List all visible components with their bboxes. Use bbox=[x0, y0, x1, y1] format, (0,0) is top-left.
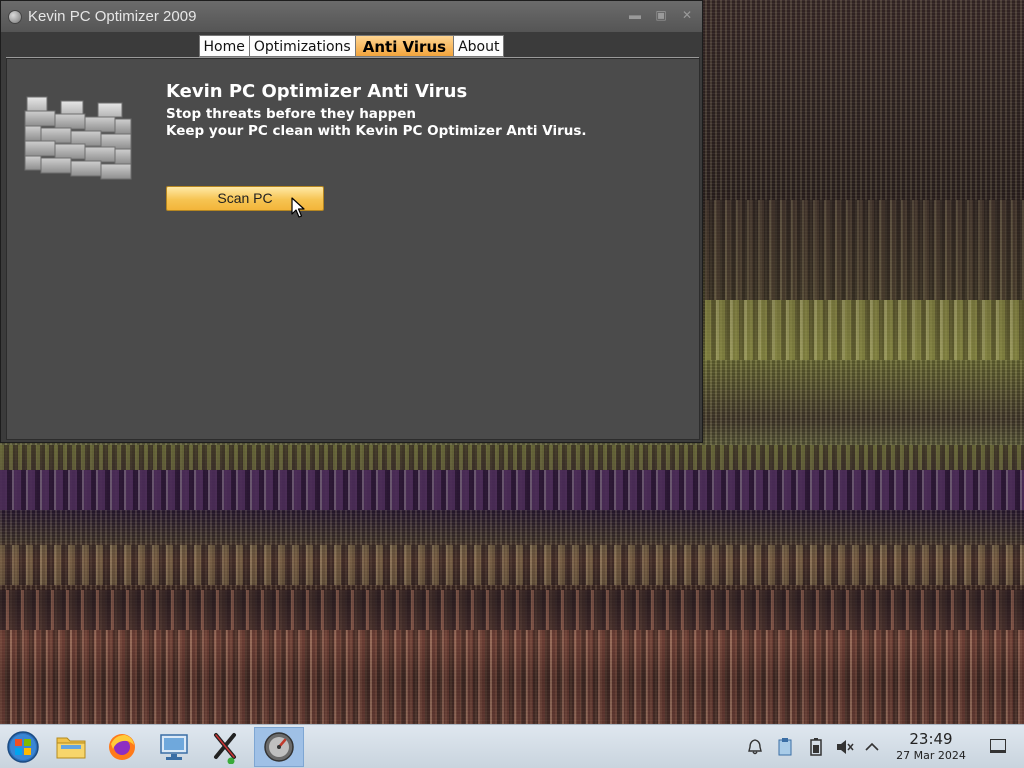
window-controls: ▬ ▣ ✕ bbox=[628, 8, 694, 22]
folder-icon bbox=[56, 737, 86, 759]
window-titlebar[interactable]: Kevin PC Optimizer 2009 ▬ ▣ ✕ bbox=[1, 1, 702, 32]
monitor-settings-icon bbox=[160, 734, 188, 760]
wallpaper-glitch-band bbox=[0, 590, 1024, 630]
control-panel-button[interactable] bbox=[154, 727, 194, 767]
firefox-button[interactable] bbox=[102, 727, 142, 767]
tab-home[interactable]: Home bbox=[198, 35, 250, 57]
anti-virus-description: Keep your PC clean with Kevin PC Optimiz… bbox=[166, 123, 587, 139]
tab-about[interactable]: About bbox=[454, 35, 505, 57]
firefox-icon bbox=[109, 734, 135, 760]
wallpaper-glitch-band bbox=[0, 630, 1024, 724]
clock-time: 23:49 bbox=[909, 730, 953, 748]
optimizer-window: Kevin PC Optimizer 2009 ▬ ▣ ✕ Home Optim… bbox=[0, 0, 703, 443]
wallpaper-glitch-band bbox=[0, 545, 1024, 585]
volume-muted-icon[interactable] bbox=[835, 737, 855, 757]
wallpaper-glitch-band bbox=[0, 445, 1024, 470]
x-app-button[interactable] bbox=[205, 727, 245, 767]
gauge-icon bbox=[264, 732, 294, 762]
start-button[interactable] bbox=[3, 727, 43, 767]
optimizer-taskbar-button[interactable] bbox=[254, 727, 304, 767]
file-manager-button[interactable] bbox=[51, 727, 91, 767]
taskbar-clock[interactable]: 23:49 27 Mar 2024 bbox=[884, 731, 978, 763]
anti-virus-panel: Kevin PC Optimizer Anti Virus Stop threa… bbox=[6, 58, 700, 440]
taskbar: 23:49 27 Mar 2024 bbox=[0, 724, 1024, 768]
mouse-cursor-icon bbox=[291, 197, 305, 218]
clipboard-icon[interactable] bbox=[775, 737, 795, 757]
wallpaper-glitch-band bbox=[0, 470, 1024, 510]
tab-bar: Home Optimizations Anti Virus About bbox=[1, 32, 702, 57]
anti-virus-tagline: Stop threats before they happen bbox=[166, 106, 417, 122]
tab-optimizations[interactable]: Optimizations bbox=[249, 35, 356, 57]
maximize-icon[interactable]: ▣ bbox=[654, 8, 668, 22]
tab-anti-virus[interactable]: Anti Virus bbox=[355, 35, 455, 57]
chevron-up-icon[interactable] bbox=[862, 737, 882, 757]
minimize-icon[interactable]: ▬ bbox=[628, 8, 642, 22]
anti-virus-heading: Kevin PC Optimizer Anti Virus bbox=[166, 81, 468, 102]
show-desktop-icon[interactable] bbox=[990, 739, 1006, 753]
clock-date: 27 Mar 2024 bbox=[896, 749, 966, 762]
battery-icon[interactable] bbox=[806, 737, 826, 757]
window-title: Kevin PC Optimizer 2009 bbox=[28, 8, 197, 25]
notification-bell-icon[interactable] bbox=[745, 737, 765, 757]
close-icon[interactable]: ✕ bbox=[680, 8, 694, 22]
firewall-wall-icon bbox=[24, 96, 132, 180]
windows-orb-icon bbox=[7, 731, 39, 763]
app-icon[interactable] bbox=[8, 9, 22, 24]
wallpaper-glitch-band bbox=[705, 200, 1024, 300]
wallpaper-glitch-band bbox=[705, 300, 1024, 360]
x-app-icon bbox=[214, 733, 236, 764]
